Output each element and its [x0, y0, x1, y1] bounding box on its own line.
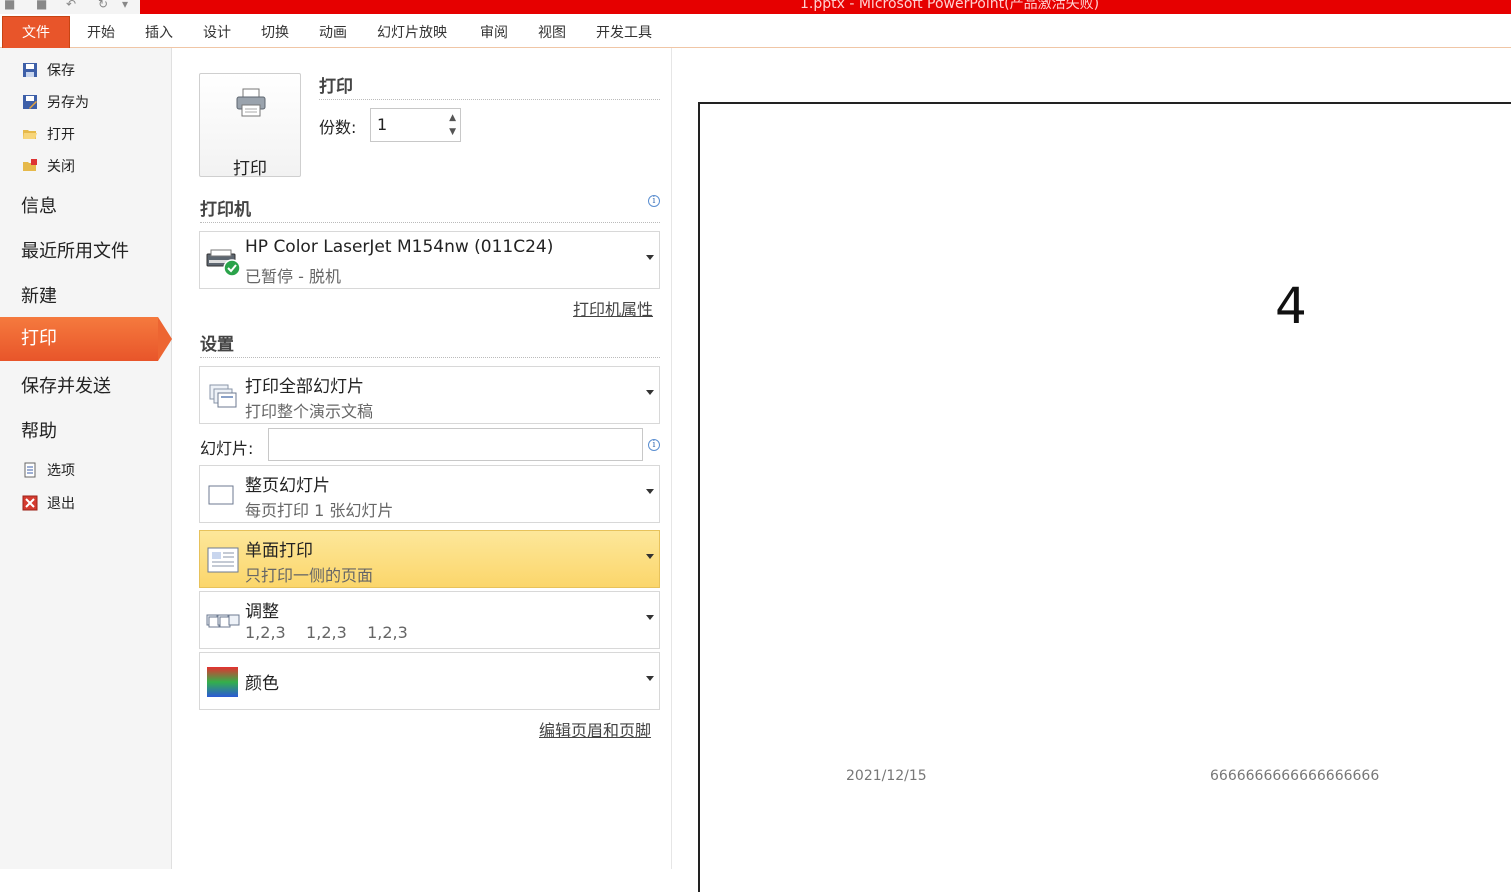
nav-print[interactable]: 打印: [0, 317, 172, 361]
chevron-down-icon: [646, 676, 654, 681]
color-title: 颜色: [245, 674, 279, 694]
copies-stepper[interactable]: 1 ▲ ▼: [370, 108, 461, 142]
nav-save-as-label: 另存为: [47, 95, 89, 111]
layout-desc: 每页打印 1 张幻灯片: [245, 501, 394, 520]
chevron-down-icon: [646, 489, 654, 494]
collate-dropdown[interactable]: 调整 1,2,3 1,2,3 1,2,3: [199, 591, 660, 649]
printer-ready-icon: [206, 249, 240, 276]
chevron-down-icon: [646, 554, 654, 559]
close-folder-icon: [23, 159, 37, 171]
color-dropdown[interactable]: 颜色: [199, 652, 660, 710]
nav-save-label: 保存: [47, 63, 75, 79]
save-icon: [23, 63, 37, 77]
color-icon: [207, 667, 238, 697]
tab-slideshow[interactable]: 幻灯片放映: [377, 22, 447, 42]
nav-close[interactable]: 关闭: [22, 156, 75, 176]
nav-info[interactable]: 信息: [21, 192, 57, 218]
preview-page: 4 2021/12/15 6666666666666666666: [698, 102, 1511, 892]
nav-save[interactable]: 保存: [22, 60, 75, 80]
edit-header-footer-link[interactable]: 编辑页眉和页脚: [539, 717, 651, 741]
tab-view[interactable]: 视图: [538, 22, 566, 42]
slide-footer: 6666666666666666666: [1210, 768, 1380, 784]
tab-transitions[interactable]: 切换: [261, 22, 289, 42]
title-bar: ■ ■ ↶ ↻ ▾ 1.pptx - Microsoft PowerPoint(…: [0, 0, 1511, 14]
chevron-down-icon: [646, 390, 654, 395]
exit-icon: [22, 495, 38, 511]
nav-options-label: 选项: [47, 463, 75, 479]
quick-access-toolbar: ■ ■ ↶ ↻ ▾: [0, 0, 140, 14]
window-title: 1.pptx - Microsoft PowerPoint(产品激活失败): [800, 0, 1100, 12]
nav-recent[interactable]: 最近所用文件: [21, 237, 129, 263]
copies-value: 1: [377, 115, 388, 134]
slide-number: 4: [1275, 277, 1307, 335]
customize-qat-icon[interactable]: ▾: [122, 0, 128, 11]
nav-help[interactable]: 帮助: [21, 417, 57, 443]
tab-review[interactable]: 审阅: [480, 22, 508, 42]
printer-info-icon[interactable]: i: [648, 195, 660, 207]
print-range-dropdown[interactable]: 打印全部幻灯片 打印整个演示文稿: [199, 366, 660, 424]
print-section-title: 打印: [319, 77, 353, 97]
divider: [319, 99, 660, 100]
sides-desc: 只打印一侧的页面: [245, 566, 374, 585]
printer-dropdown[interactable]: HP Color LaserJet M154nw (011C24) 已暂停 - …: [199, 231, 660, 289]
print-button-label: 打印: [233, 159, 267, 179]
open-folder-icon: [23, 130, 37, 139]
redo-icon[interactable]: ↻: [98, 0, 108, 11]
tab-insert[interactable]: 插入: [145, 22, 173, 42]
slide-date: 2021/12/15: [846, 768, 927, 784]
nav-close-label: 关闭: [47, 159, 75, 175]
options-icon: [24, 462, 36, 478]
tab-animations[interactable]: 动画: [319, 22, 347, 42]
nav-exit-label: 退出: [47, 496, 75, 512]
sides-dropdown[interactable]: 单面打印 只打印一侧的页面: [199, 530, 660, 588]
copies-spin-icon[interactable]: ▲ ▼: [449, 111, 456, 139]
nav-new[interactable]: 新建: [21, 282, 57, 308]
app-icon: ■: [4, 0, 16, 11]
undo-icon[interactable]: ↶: [66, 0, 76, 11]
nav-open[interactable]: 打开: [22, 124, 75, 144]
nav-open-label: 打开: [47, 127, 75, 143]
printer-properties-link[interactable]: 打印机属性: [573, 296, 653, 320]
print-range-title: 打印全部幻灯片: [245, 377, 364, 397]
nav-exit[interactable]: 退出: [22, 493, 75, 513]
layout-dropdown[interactable]: 整页幻灯片 每页打印 1 张幻灯片: [199, 465, 660, 523]
slides-input[interactable]: [268, 428, 643, 461]
single-sided-icon: [207, 547, 239, 573]
collate-desc: 1,2,3 1,2,3 1,2,3: [245, 623, 408, 642]
slides-info-icon[interactable]: i: [648, 439, 660, 451]
printer-icon: [236, 88, 266, 117]
all-slides-icon: [209, 384, 237, 408]
backstage-nav: 保存 另存为 打开 关闭 信息 最近所用文件 新建 打印 保存并发送 帮助 选项…: [0, 48, 172, 869]
sides-title: 单面打印: [245, 541, 313, 561]
tab-home[interactable]: 开始: [87, 22, 115, 42]
collate-icon: [206, 614, 240, 628]
divider: [200, 222, 660, 223]
printer-section-title: 打印机: [200, 200, 251, 220]
chevron-down-icon: [646, 255, 654, 260]
nav-save-as[interactable]: 另存为: [22, 92, 89, 112]
chevron-down-icon: [646, 615, 654, 620]
save-quick-icon[interactable]: ■: [36, 0, 47, 11]
print-preview: 4 2021/12/15 6666666666666666666: [673, 48, 1511, 892]
nav-save-send[interactable]: 保存并发送: [21, 372, 111, 398]
printer-name: HP Color LaserJet M154nw (011C24): [245, 237, 554, 257]
tab-file[interactable]: 文件: [2, 16, 70, 48]
print-range-desc: 打印整个演示文稿: [245, 402, 374, 421]
settings-section-title: 设置: [200, 335, 234, 355]
full-page-slide-icon: [208, 485, 234, 505]
tab-developer[interactable]: 开发工具: [596, 22, 652, 42]
layout-title: 整页幻灯片: [245, 476, 330, 496]
save-as-icon: [23, 95, 37, 109]
ribbon-tabs: 文件 开始 插入 设计 切换 动画 幻灯片放映 审阅 视图 开发工具: [0, 14, 1511, 48]
collate-title: 调整: [245, 602, 279, 622]
print-settings-panel: 打印 打印 份数: 1 ▲ ▼ 打印机 i HP Color LaserJet M…: [172, 48, 672, 869]
printer-status: 已暂停 - 脱机: [245, 267, 341, 286]
tab-design[interactable]: 设计: [203, 22, 231, 42]
copies-label: 份数:: [319, 118, 357, 137]
divider: [200, 357, 660, 358]
print-button[interactable]: 打印: [199, 73, 301, 179]
nav-options[interactable]: 选项: [22, 460, 75, 480]
slides-label: 幻灯片:: [200, 439, 254, 458]
